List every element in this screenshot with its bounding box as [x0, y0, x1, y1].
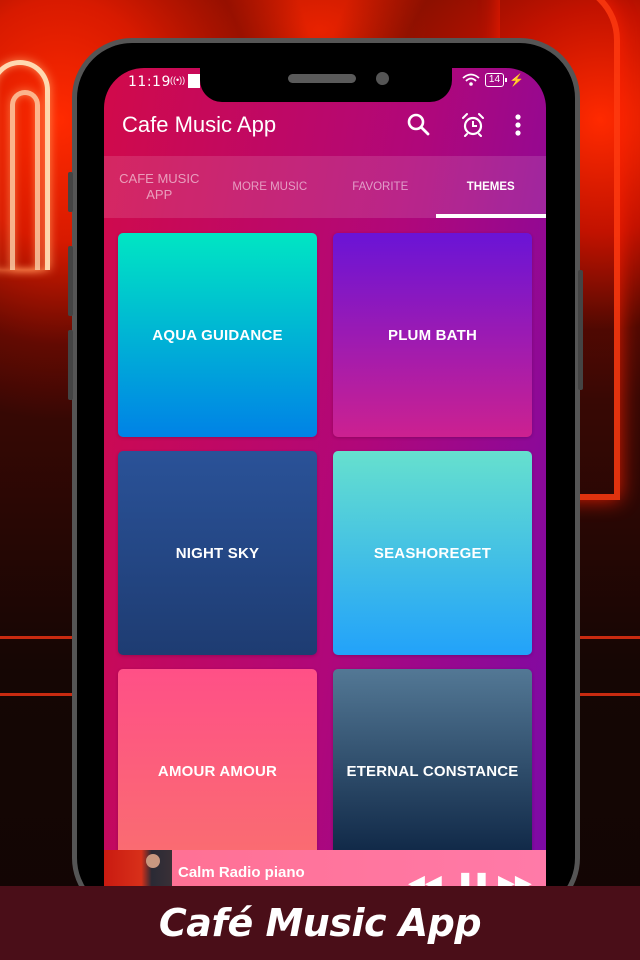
notification-icon [188, 74, 200, 88]
shelf [0, 636, 72, 639]
front-camera [376, 72, 389, 85]
promo-banner: Café Music App [0, 886, 640, 960]
speaker-grille [288, 74, 356, 83]
tab-bar: CAFE MUSIC APP MORE MUSIC FAVORITE THEMES [104, 156, 546, 218]
shelf [578, 693, 640, 696]
neon-sign-inner [10, 90, 40, 270]
banner-title: Café Music App [158, 901, 482, 945]
theme-card-night-sky[interactable]: NIGHT SKY [118, 451, 317, 655]
hotspot-icon: ((•)) [170, 75, 186, 85]
tab-more-music[interactable]: MORE MUSIC [215, 156, 326, 218]
theme-card-amour-amour[interactable]: AMOUR AMOUR [118, 669, 317, 873]
theme-card-seashoreget[interactable]: SEASHOREGET [333, 451, 532, 655]
theme-card-aqua-guidance[interactable]: AQUA GUIDANCE [118, 233, 317, 437]
shelf [0, 693, 72, 696]
phone-side-button [68, 172, 73, 212]
app-screen: 11:19 ((•)) 14 ⚡ Cafe Music App CAFE MUS… [104, 68, 546, 928]
phone-side-button [68, 246, 73, 316]
wifi-icon [462, 73, 480, 86]
app-title: Cafe Music App [122, 112, 277, 137]
shelf [578, 636, 640, 639]
theme-card-eternal-constance[interactable]: ETERNAL CONSTANCE [333, 669, 532, 873]
theme-card-plum-bath[interactable]: PLUM BATH [333, 233, 532, 437]
phone-power-button [578, 270, 583, 390]
battery-icon: 14 [484, 73, 508, 87]
more-vert-icon[interactable] [512, 112, 540, 140]
status-time: 11:19 [128, 74, 171, 90]
phone-notch [200, 60, 452, 102]
phone-side-button [68, 330, 73, 400]
tab-favorite[interactable]: FAVORITE [325, 156, 436, 218]
tab-themes[interactable]: THEMES [435, 156, 547, 218]
search-icon[interactable] [406, 112, 434, 140]
tab-cafe-music-app[interactable]: CAFE MUSIC APP [104, 156, 215, 218]
alarm-icon[interactable] [460, 112, 488, 140]
album-art [104, 850, 172, 890]
player-track-title: Calm Radio piano [178, 864, 305, 881]
charging-icon: ⚡ [509, 73, 524, 87]
app-bar: Cafe Music App [104, 98, 546, 156]
theme-grid: AQUA GUIDANCE PLUM BATH NIGHT SKY SEASHO… [118, 233, 532, 873]
